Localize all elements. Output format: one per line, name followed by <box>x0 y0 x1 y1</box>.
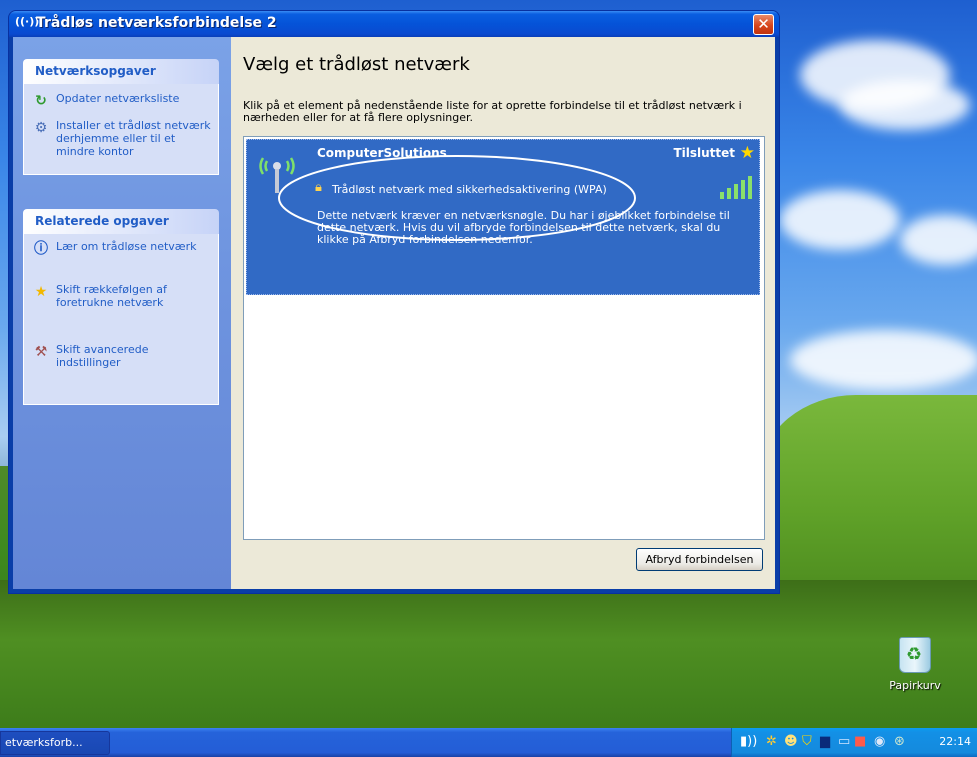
cloud <box>790 330 977 390</box>
taskbar-window-button[interactable]: etværksforb... <box>0 731 110 755</box>
main-panel: Vælg et trådløst netværk Klik på et elem… <box>231 37 775 589</box>
network-tasks-header[interactable]: Netværksopgaver <box>23 59 219 84</box>
tray-app-icon[interactable]: ▆ <box>820 734 830 750</box>
instructions-text: Klik på et element på nedenstående liste… <box>243 99 742 124</box>
network-list-item[interactable]: ComputerSolutions Tilsluttet ★ 🔒︎ Trådlø… <box>246 139 760 295</box>
volume-icon[interactable]: ◉ <box>874 734 885 750</box>
star-icon: ★ <box>34 284 48 300</box>
window-title: Trådløs netværksforbindelse 2 <box>36 15 277 31</box>
page-title: Vælg et trådløst netværk <box>243 54 470 75</box>
related-tasks-group: Relaterede opgaver ⓘ Lær om trådløse net… <box>23 209 219 405</box>
lock-icon: 🔒︎ <box>315 180 322 195</box>
network-tray-icon[interactable]: ✲ <box>766 734 777 750</box>
preferred-star-icon: ★ <box>739 143 755 163</box>
taskbar: etværksforb... ▮)) ✲ ☻ ⛉ ▆ ▭ ■ ◉ ⊛ 22:14 <box>0 728 977 757</box>
close-button[interactable]: ✕ <box>753 14 774 35</box>
info-icon: ⓘ <box>34 241 48 257</box>
network-list[interactable]: ComputerSolutions Tilsluttet ★ 🔒︎ Trådlø… <box>243 136 765 540</box>
disconnect-button[interactable]: Afbryd forbindelsen <box>636 548 763 571</box>
recycle-bin-icon <box>899 637 931 673</box>
alert-tray-icon[interactable]: ■ <box>854 734 866 750</box>
title-bar[interactable]: ((·)) Trådløs netværksforbindelse 2 ✕ <box>9 11 779 37</box>
setup-wireless-network-link[interactable]: ⚙ Installer et trådløst netværk derhjemm… <box>30 119 212 158</box>
wireless-network-window: ((·)) Trådløs netværksforbindelse 2 ✕ Ne… <box>8 10 780 594</box>
network-description: Dette netværk kræver en netværksnøgle. D… <box>317 209 730 246</box>
change-preferred-order-link[interactable]: ★ Skift rækkefølgen af foretrukne netvær… <box>30 283 212 309</box>
clock: 22:14 <box>939 735 971 748</box>
tp-item-label: Lær om trådløse netværk <box>56 240 197 253</box>
cloud <box>840 80 970 130</box>
monitor-tray-icon[interactable]: ▭ <box>838 734 850 750</box>
update-tray-icon[interactable]: ⊛ <box>894 734 905 750</box>
tp-item-label: Skift rækkefølgen af foretrukne netværk <box>56 283 167 309</box>
setup-wizard-icon: ⚙ <box>34 120 48 136</box>
learn-wireless-link[interactable]: ⓘ Lær om trådløse netværk <box>30 240 212 257</box>
users-tray-icon[interactable]: ☻ <box>784 734 798 750</box>
security-type: Trådløst netværk med sikkerhedsaktiverin… <box>332 183 607 196</box>
green-field <box>0 580 977 728</box>
cloud <box>780 190 900 250</box>
window-client: Netværksopgaver ↻ Opdater netværksliste … <box>13 37 775 589</box>
refresh-icon: ↻ <box>35 93 47 109</box>
wireless-antenna-icon <box>259 157 295 193</box>
tp-item-label: Opdater netværksliste <box>56 92 180 105</box>
recycle-bin[interactable]: Papirkurv <box>880 637 950 692</box>
tp-item-label: Skift avancerede indstillinger <box>56 343 149 369</box>
network-tasks-body: ↻ Opdater netværksliste ⚙ Installer et t… <box>23 84 219 175</box>
related-tasks-body: ⓘ Lær om trådløse netværk ★ Skift rækkef… <box>23 234 219 405</box>
recycle-bin-label: Papirkurv <box>889 679 941 692</box>
shield-icon[interactable]: ⛉ <box>802 734 812 750</box>
settings-icon: ⚒ <box>34 344 48 360</box>
network-tasks-group: Netværksopgaver ↻ Opdater netværksliste … <box>23 59 219 175</box>
refresh-network-list-link[interactable]: ↻ Opdater netværksliste <box>30 92 212 109</box>
system-tray: ▮)) ✲ ☻ ⛉ ▆ ▭ ■ ◉ ⊛ 22:14 <box>731 728 977 757</box>
connection-status: Tilsluttet <box>673 146 735 160</box>
signal-strength-icon <box>720 176 752 199</box>
related-tasks-header[interactable]: Relaterede opgaver <box>23 209 219 234</box>
tp-item-label: Installer et trådløst netværk derhjemme … <box>56 119 211 158</box>
wireless-tray-icon[interactable]: ▮)) <box>740 734 757 750</box>
cloud <box>900 215 977 265</box>
task-pane: Netværksopgaver ↻ Opdater netværksliste … <box>13 37 231 589</box>
network-name: ComputerSolutions <box>317 146 447 160</box>
advanced-settings-link[interactable]: ⚒ Skift avancerede indstillinger <box>30 343 212 369</box>
green-hill <box>760 395 977 595</box>
